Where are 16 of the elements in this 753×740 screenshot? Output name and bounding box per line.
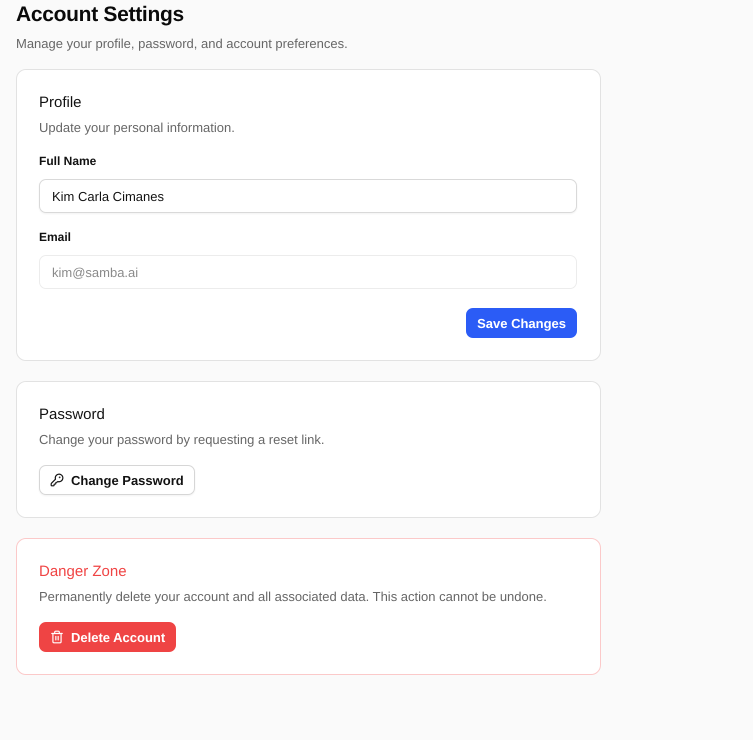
action-button[interactable]: Change Password <box>39 465 195 495</box>
card-description: Update your personal information. <box>39 119 236 136</box>
page-subtitle: Manage your profile, password, and account preferences. <box>16 35 349 52</box>
card-title: Danger Zone <box>39 562 128 582</box>
card-title: Profile <box>39 93 83 113</box>
field-label: Full Name <box>39 153 98 169</box>
key-icon <box>50 473 64 487</box>
input-field[interactable]: Kim Carla Cimanes <box>39 179 577 213</box>
page-title: Account Settings <box>16 2 185 28</box>
card-description: Change your password by requesting a reset link. <box>39 431 326 448</box>
save-button[interactable]: Save Changes <box>466 308 577 338</box>
trash-icon <box>50 630 64 644</box>
card-description: Permanently delete your account and all associated data. This action cannot be undone. <box>39 588 548 605</box>
field-label: Email <box>39 229 72 245</box>
card-title: Password <box>39 405 106 425</box>
delete-button[interactable]: Delete Account <box>39 622 176 652</box>
